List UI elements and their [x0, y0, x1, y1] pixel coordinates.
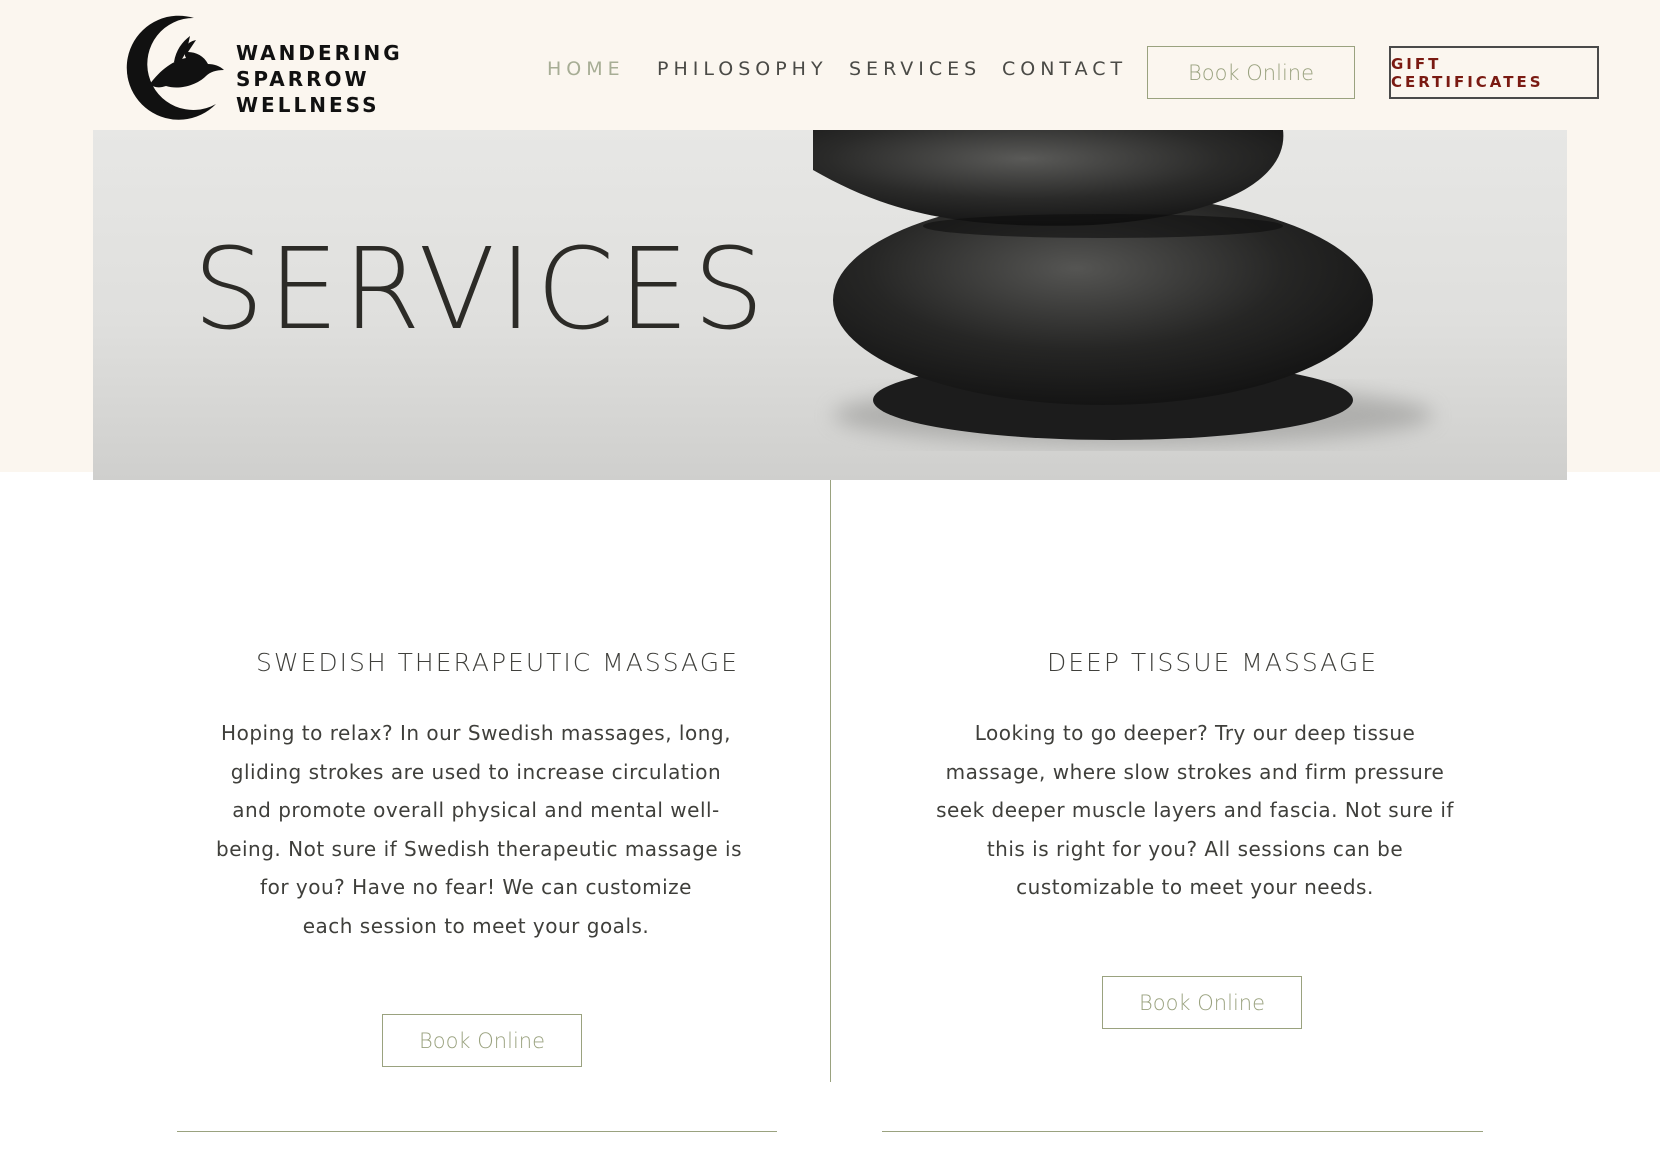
service-description: Looking to go deeper? Try our deep tissu…	[935, 714, 1455, 907]
header-book-online-button[interactable]: Book Online	[1147, 46, 1355, 99]
section-rule-right	[882, 1131, 1483, 1132]
description-line: Hoping to relax? In our Swedish massages…	[221, 721, 731, 745]
brand-line-1: WANDERING	[236, 41, 403, 65]
service-title: SWEDISH THERAPEUTIC MASSAGE	[256, 648, 739, 677]
brand-line-2: SPARROW	[236, 67, 370, 91]
hero-banner: SERVICES	[93, 130, 1567, 480]
sparrow-logo-icon	[126, 15, 224, 120]
page-title: SERVICES	[193, 225, 769, 355]
service-title: DEEP TISSUE MASSAGE	[1047, 648, 1378, 677]
description-line: massage, where slow strokes and firm pre…	[945, 759, 1445, 784]
swedish-book-online-button[interactable]: Book Online	[382, 1014, 582, 1067]
brand-logo[interactable]: WANDERING SPARROW WELLNESS	[116, 8, 400, 120]
column-divider	[830, 480, 831, 1082]
nav-item-contact[interactable]: CONTACT	[1002, 58, 1127, 80]
description-line: and promote overall physical and mental …	[232, 798, 720, 822]
section-rule-left	[177, 1131, 777, 1132]
nav-item-philosophy[interactable]: PHILOSOPHY	[657, 58, 828, 80]
description-line: Looking to go deeper? Try our deep tissu…	[974, 721, 1416, 745]
description-line: gliding strokes are used to increase cir…	[230, 759, 722, 784]
service-description: Hoping to relax? In our Swedish massages…	[216, 714, 742, 945]
description-line: each session to meet your goals.	[302, 913, 650, 938]
description-line: for you? Have no fear! We can customize	[260, 875, 692, 899]
description-line: this is right for you? All sessions can …	[986, 836, 1404, 861]
nav-item-services[interactable]: SERVICES	[849, 58, 981, 80]
brand-name: WANDERING SPARROW WELLNESS	[236, 40, 403, 118]
nav-item-home[interactable]: HOME	[547, 58, 625, 80]
brand-line-3: WELLNESS	[236, 93, 380, 117]
site-header: WANDERING SPARROW WELLNESS HOME PHILOSOP…	[0, 0, 1660, 130]
description-line: seek deeper muscle layers and fascia. No…	[936, 798, 1454, 822]
description-line: being. Not sure if Swedish therapeutic m…	[216, 836, 742, 861]
gift-certificates-button[interactable]: GIFT CERTIFICATES	[1389, 46, 1599, 99]
deep-tissue-book-online-button[interactable]: Book Online	[1102, 976, 1302, 1029]
description-line: customizable to meet your needs.	[1016, 875, 1374, 899]
